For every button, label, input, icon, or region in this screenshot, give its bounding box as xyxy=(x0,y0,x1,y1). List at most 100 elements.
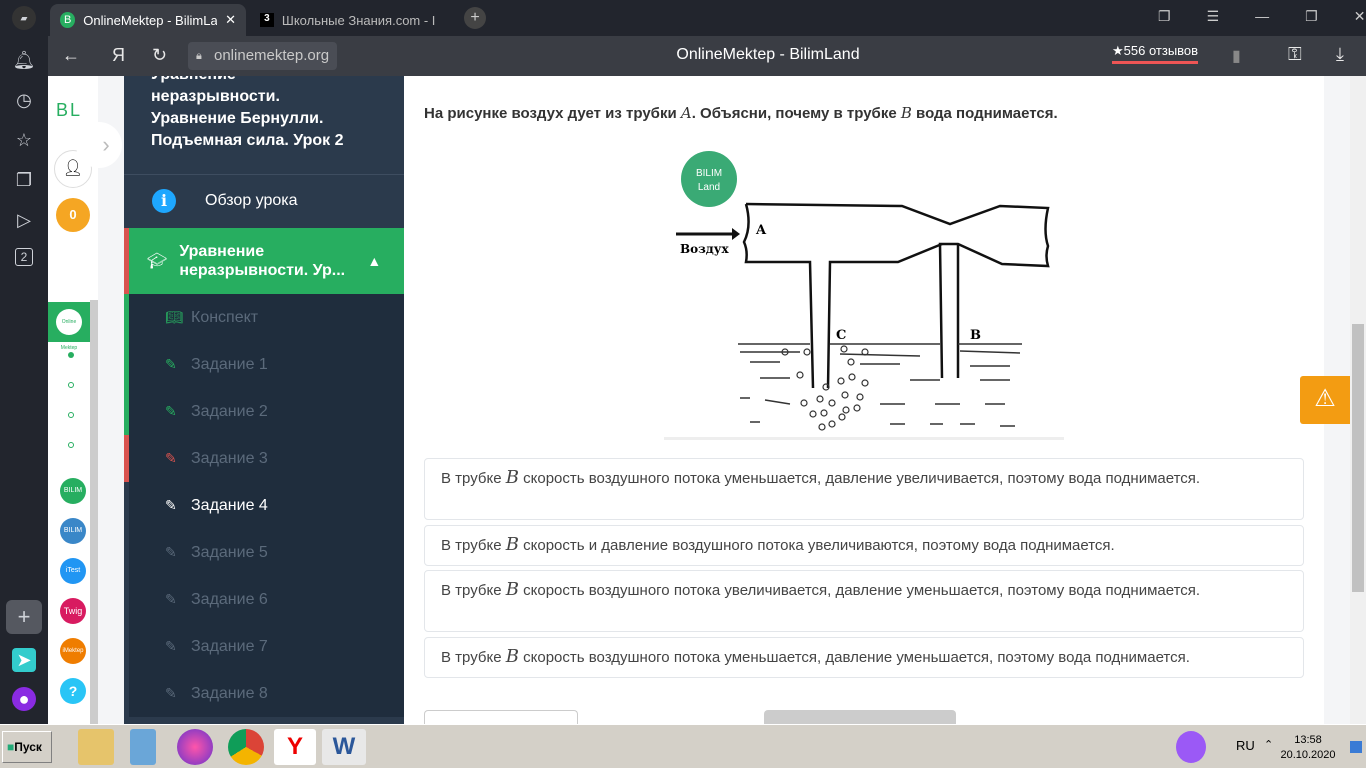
edit-icon: ✎ xyxy=(165,356,177,372)
alice-icon[interactable]: ● xyxy=(12,687,36,711)
restore-icon[interactable]: ❐ xyxy=(1305,8,1318,25)
lesson-sidebar: Уравнениенеразрывности.Уравнение Бернулл… xyxy=(124,76,404,724)
close-window-icon[interactable]: ✕ xyxy=(1354,8,1366,25)
edit-icon: ✎ xyxy=(165,497,177,513)
section-header[interactable]: 🎓︎ Уравнение неразрывности. Ур... ▲ xyxy=(124,228,404,294)
lesson-item-label: Задание 7 xyxy=(191,637,268,655)
question-text: На рисунке воздух дует из трубки A. Объя… xyxy=(424,104,1058,122)
tab-onlinemektep[interactable]: B OnlineMektep - BilimLan ✕ xyxy=(50,4,246,36)
language-indicator[interactable]: RU xyxy=(1236,738,1255,753)
lesson-item[interactable]: ✎ Задание 1 xyxy=(124,341,404,388)
bl-logo[interactable]: BL xyxy=(56,100,82,121)
start-button[interactable]: ■Пуск xyxy=(2,731,52,763)
edit-icon: ✎ xyxy=(165,638,177,654)
address-bar[interactable]: 🔒︎ onlinemektep.org xyxy=(188,42,338,70)
svg-text:A: A xyxy=(755,223,767,238)
lesson-item[interactable]: ✎ Задание 8 xyxy=(124,670,404,717)
twig-app[interactable]: Twig xyxy=(60,598,86,624)
chrome-icon[interactable] xyxy=(228,729,264,765)
gap xyxy=(98,76,124,724)
expand-chevron-icon[interactable]: › xyxy=(76,122,122,168)
lesson-overview[interactable]: i Обзор урока xyxy=(124,175,404,227)
new-tab-button[interactable]: + xyxy=(464,7,486,29)
send-icon[interactable]: ➤ xyxy=(12,648,36,672)
chevron-up-icon[interactable]: ▲ xyxy=(367,253,381,269)
imektep-app[interactable]: iMektep xyxy=(60,638,86,664)
bilimland-app[interactable]: BILIM Land xyxy=(60,478,86,520)
lesson-item-label: Конспект xyxy=(191,308,259,326)
reload-icon[interactable]: ↻ xyxy=(152,45,167,66)
add-icon[interactable]: + xyxy=(6,600,42,634)
answer-option[interactable]: В трубке B скорость и давление воздушног… xyxy=(424,525,1304,566)
overview-label: Обзор урока xyxy=(205,192,298,209)
main-content: На рисунке воздух дует из трубки A. Объя… xyxy=(404,76,1324,730)
taskbar: ■Пуск Y W RU ⌃ 13:58 20.10.2020 xyxy=(0,724,1366,768)
book-icon: 📖︎ xyxy=(165,309,183,325)
download-icon[interactable]: ⤓ xyxy=(1336,44,1344,65)
answer-option[interactable]: В трубке B скорость воздушного потока ум… xyxy=(424,637,1304,678)
browser-toolbar: ← Я ↻ 🔒︎ onlinemektep.org OnlineMektep - … xyxy=(48,36,1366,76)
video-icon[interactable]: ▷ xyxy=(12,208,36,232)
section-label: Уравнение неразрывности. Ур... xyxy=(179,243,346,279)
clock[interactable]: 13:58 20.10.2020 xyxy=(1270,733,1346,763)
media-icon[interactable] xyxy=(130,729,156,765)
scroll-thumb[interactable] xyxy=(1352,324,1364,592)
lesson-item[interactable]: ✎ Задание 7 xyxy=(124,623,404,670)
answer-option[interactable]: В трубке B скорость воздушного потока ув… xyxy=(424,570,1304,632)
onlinemektep-logo: Online Mektep xyxy=(56,309,82,351)
explorer-icon[interactable] xyxy=(78,729,114,765)
strip-scrollbar[interactable] xyxy=(90,300,98,724)
info-icon: i xyxy=(152,189,176,213)
badge-icon[interactable]: 2 xyxy=(15,248,33,266)
bilimland-logo xyxy=(681,151,737,207)
warning-report-button[interactable]: ⚠ xyxy=(1300,376,1350,424)
alice-tray-icon[interactable] xyxy=(1176,731,1206,763)
dot[interactable] xyxy=(68,382,74,388)
bell-icon[interactable]: 🔔︎ xyxy=(12,48,36,72)
answer-option[interactable]: В трубке B скорость воздушного потока ум… xyxy=(424,458,1304,520)
tab-label: OnlineMektep - BilimLan xyxy=(83,12,218,28)
lesson-item-label: Задание 2 xyxy=(191,402,268,420)
lesson-item[interactable]: ✎ Задание 5 xyxy=(124,529,404,576)
lesson-item-label: Задание 1 xyxy=(191,355,268,373)
lesson-item[interactable]: 📖︎ Конспект xyxy=(124,294,404,341)
dot[interactable] xyxy=(68,412,74,418)
show-desktop-icon[interactable] xyxy=(1350,741,1362,753)
dot-active[interactable] xyxy=(68,352,74,358)
yandex-icon[interactable]: Я xyxy=(112,45,125,66)
yandex-browser-icon[interactable]: Y xyxy=(274,729,316,765)
lesson-item-label: Задание 6 xyxy=(191,590,268,608)
app-icon[interactable] xyxy=(177,729,213,765)
edit-icon: ✎ xyxy=(165,450,177,466)
collections-icon[interactable]: ❐ xyxy=(12,168,36,192)
dot[interactable] xyxy=(68,442,74,448)
current-app[interactable]: Online Mektep xyxy=(48,302,90,351)
help-app[interactable]: ? xyxy=(60,678,86,704)
bookmarks-icon[interactable]: ❐ xyxy=(1158,8,1171,25)
word-icon[interactable]: W xyxy=(322,729,366,765)
close-icon[interactable]: ✕ xyxy=(225,12,236,28)
score-badge: 0 xyxy=(56,198,90,232)
edit-icon: ✎ xyxy=(165,544,177,560)
minimize-icon[interactable]: — xyxy=(1255,8,1269,25)
profile-icon[interactable]: ▰ xyxy=(12,6,36,30)
bernoulli-figure: BILIM Land Воздух A C B xyxy=(664,151,1064,440)
lesson-item[interactable]: ✎ Задание 2 xyxy=(124,388,404,435)
lesson-item[interactable]: ✎ Задание 3 xyxy=(124,435,404,482)
star-icon[interactable]: ☆ xyxy=(12,128,36,152)
lesson-item-label: Задание 8 xyxy=(191,684,268,702)
lesson-item[interactable]: ✎ Задание 4 xyxy=(124,482,404,529)
svg-text:C: C xyxy=(836,328,846,343)
page-scrollbar[interactable] xyxy=(1350,76,1366,724)
tab-znanija[interactable]: 3 Школьные Знания.com - I xyxy=(250,4,446,36)
back-icon[interactable]: ← xyxy=(62,45,80,66)
password-icon[interactable]: ⚿ xyxy=(1288,44,1302,65)
menu-icon[interactable]: ☰ xyxy=(1207,8,1220,25)
itest-app[interactable]: iTest xyxy=(60,558,86,584)
history-icon[interactable]: ◷ xyxy=(12,88,36,112)
bilimbook-app[interactable]: BILIM Book xyxy=(60,518,86,560)
lesson-item[interactable]: ✎ Задание 6 xyxy=(124,576,404,623)
reviews-badge[interactable]: ★556 отзывов xyxy=(1112,43,1199,64)
svg-text:BILIM: BILIM xyxy=(696,168,722,179)
bookmark-icon[interactable]: ▮ xyxy=(1232,46,1241,66)
